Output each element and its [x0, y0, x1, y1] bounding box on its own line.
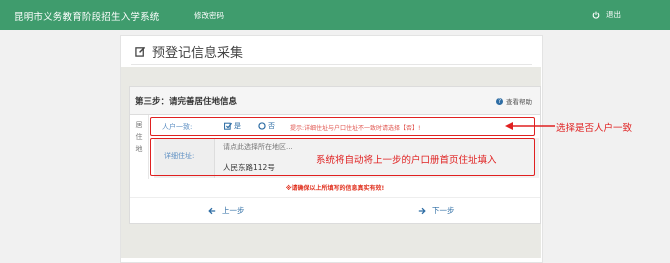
- page-header: 预登记信息采集: [135, 42, 243, 61]
- step-navigation: 上一步 下一步: [130, 197, 540, 223]
- address-annotation: 系统将自动将上一步的户口册首页住址填入: [316, 155, 497, 166]
- logout-label: 退出: [606, 10, 621, 19]
- prev-step-label: 上一步: [222, 206, 245, 215]
- residence-side-label: 居住地: [130, 115, 149, 179]
- power-icon: [592, 11, 600, 19]
- annotation-arrow-icon: [505, 122, 555, 130]
- app-title: 昆明市义务教育阶段招生入学系统: [14, 12, 160, 23]
- arrow-right-icon: [418, 207, 426, 214]
- help-link[interactable]: ? 查看帮助: [496, 96, 532, 106]
- edit-icon: [135, 46, 146, 57]
- page-title: 预登记信息采集: [152, 46, 244, 61]
- consistency-highlight-box: [150, 117, 535, 136]
- consistency-annotation: 选择是否人户一致: [556, 123, 633, 134]
- next-step-label: 下一步: [432, 206, 455, 215]
- validity-warning: ※请确保以上所填写的信息真实有效!: [285, 185, 385, 192]
- change-password-link[interactable]: 修改密码: [194, 10, 224, 21]
- panel-header: 第三步：请完善居住地信息 ? 查看帮助: [130, 87, 540, 115]
- next-step-button[interactable]: 下一步: [418, 205, 455, 216]
- step-title: 第三步：请完善居住地信息: [135, 97, 238, 107]
- logout-button[interactable]: 退出: [592, 9, 621, 20]
- top-bar: 昆明市义务教育阶段招生入学系统 修改密码 退出: [0, 0, 670, 30]
- prev-step-button[interactable]: 上一步: [208, 205, 245, 216]
- divider: [131, 64, 532, 65]
- arrow-left-icon: [208, 207, 216, 214]
- side-label-text: 居住地: [135, 121, 143, 153]
- question-icon: ?: [496, 97, 503, 105]
- help-label: 查看帮助: [506, 98, 532, 106]
